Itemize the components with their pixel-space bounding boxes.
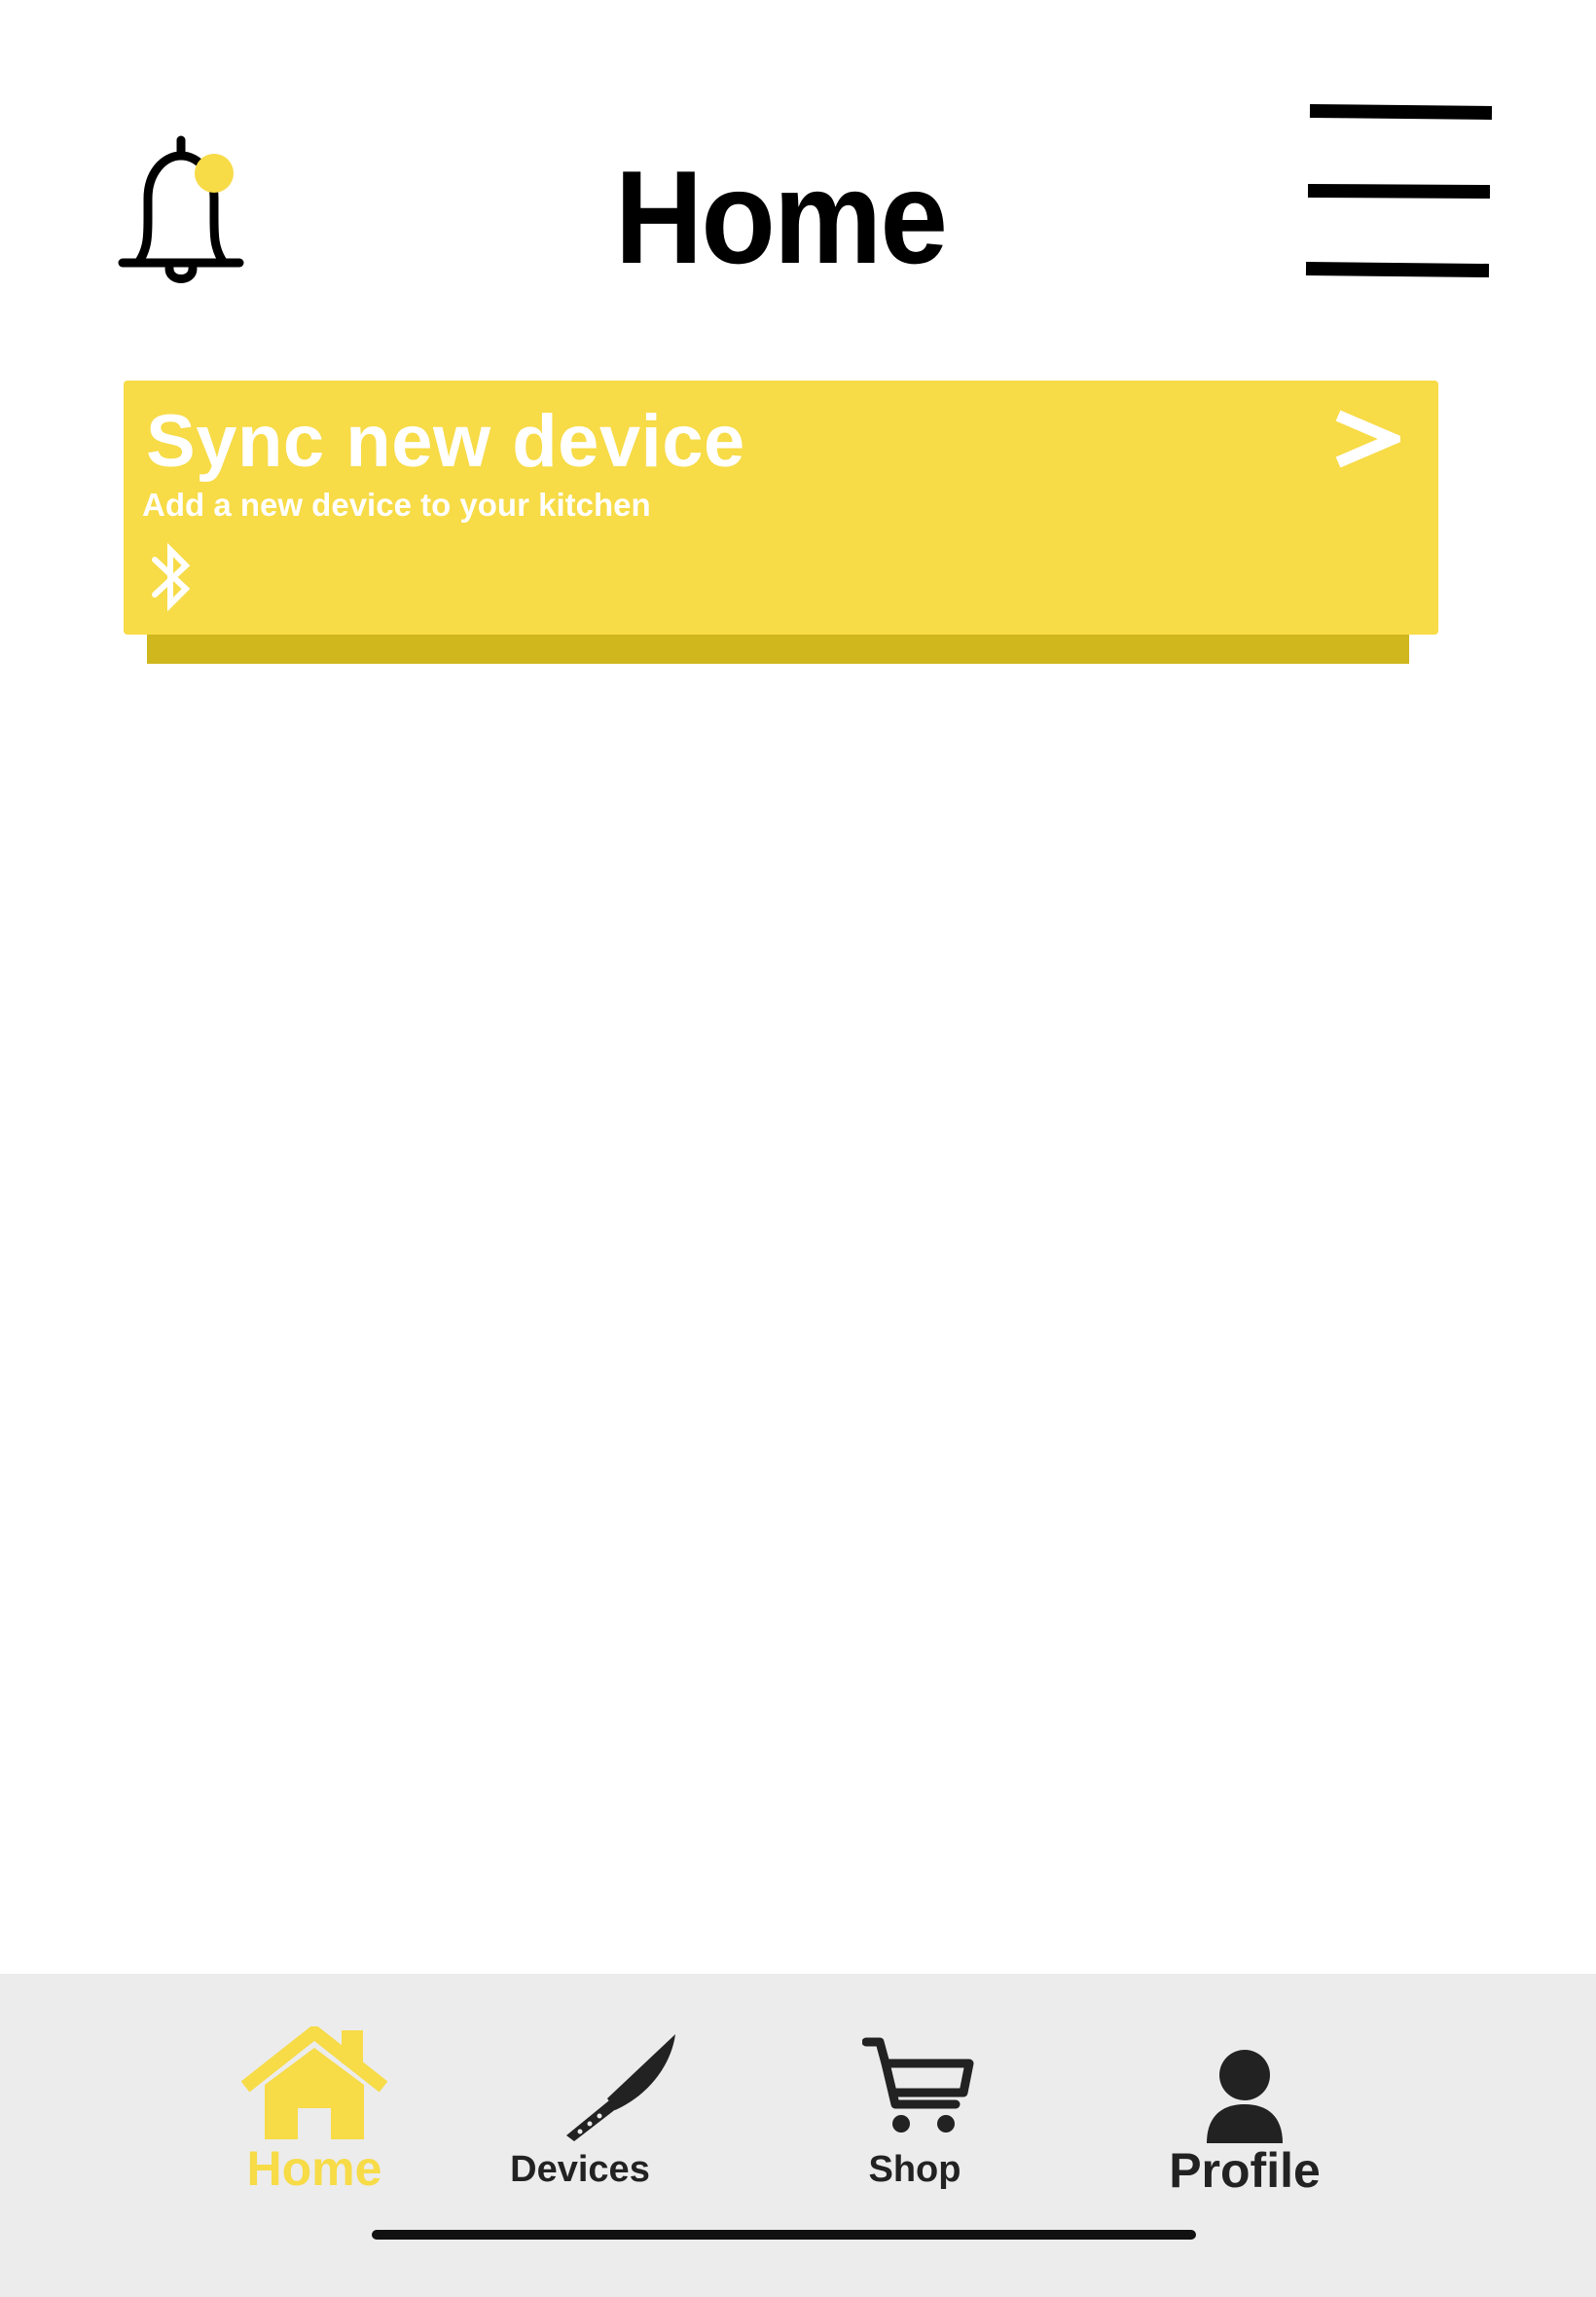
nav-label-profile: Profile bbox=[1169, 2143, 1321, 2198]
home-icon bbox=[241, 2026, 387, 2139]
nav-item-profile[interactable]: Profile bbox=[1154, 1974, 1335, 2207]
nav-item-devices[interactable]: Devices bbox=[492, 1974, 675, 2207]
bottom-navigation-bar: Home Devices Shop Profile bbox=[0, 1974, 1596, 2297]
nav-label-devices: Devices bbox=[510, 2149, 650, 2190]
nav-label-shop: Shop bbox=[868, 2149, 961, 2190]
home-screen: Home Sync new device Add a new device to… bbox=[0, 0, 1596, 2297]
nav-item-home[interactable]: Home bbox=[232, 1974, 397, 2207]
knife-icon bbox=[566, 2034, 675, 2141]
nav-label-home: Home bbox=[246, 2141, 382, 2196]
hamburger-menu-icon bbox=[1305, 104, 1493, 277]
chevron-right-icon bbox=[1335, 410, 1400, 468]
page-title: Home bbox=[614, 143, 948, 291]
menu-button[interactable] bbox=[1302, 101, 1497, 286]
nav-item-shop[interactable]: Shop bbox=[849, 1974, 981, 2207]
sync-card-shadow bbox=[147, 633, 1409, 664]
sync-new-device-card[interactable]: Sync new device Add a new device to your… bbox=[124, 381, 1438, 635]
bluetooth-icon bbox=[152, 542, 191, 612]
profile-icon bbox=[1207, 2050, 1283, 2143]
sync-card-subtitle: Add a new device to your kitchen bbox=[142, 487, 651, 523]
shopping-cart-icon bbox=[862, 2037, 974, 2133]
sync-card-title: Sync new device bbox=[146, 400, 745, 483]
home-indicator-bar[interactable] bbox=[372, 2230, 1196, 2240]
